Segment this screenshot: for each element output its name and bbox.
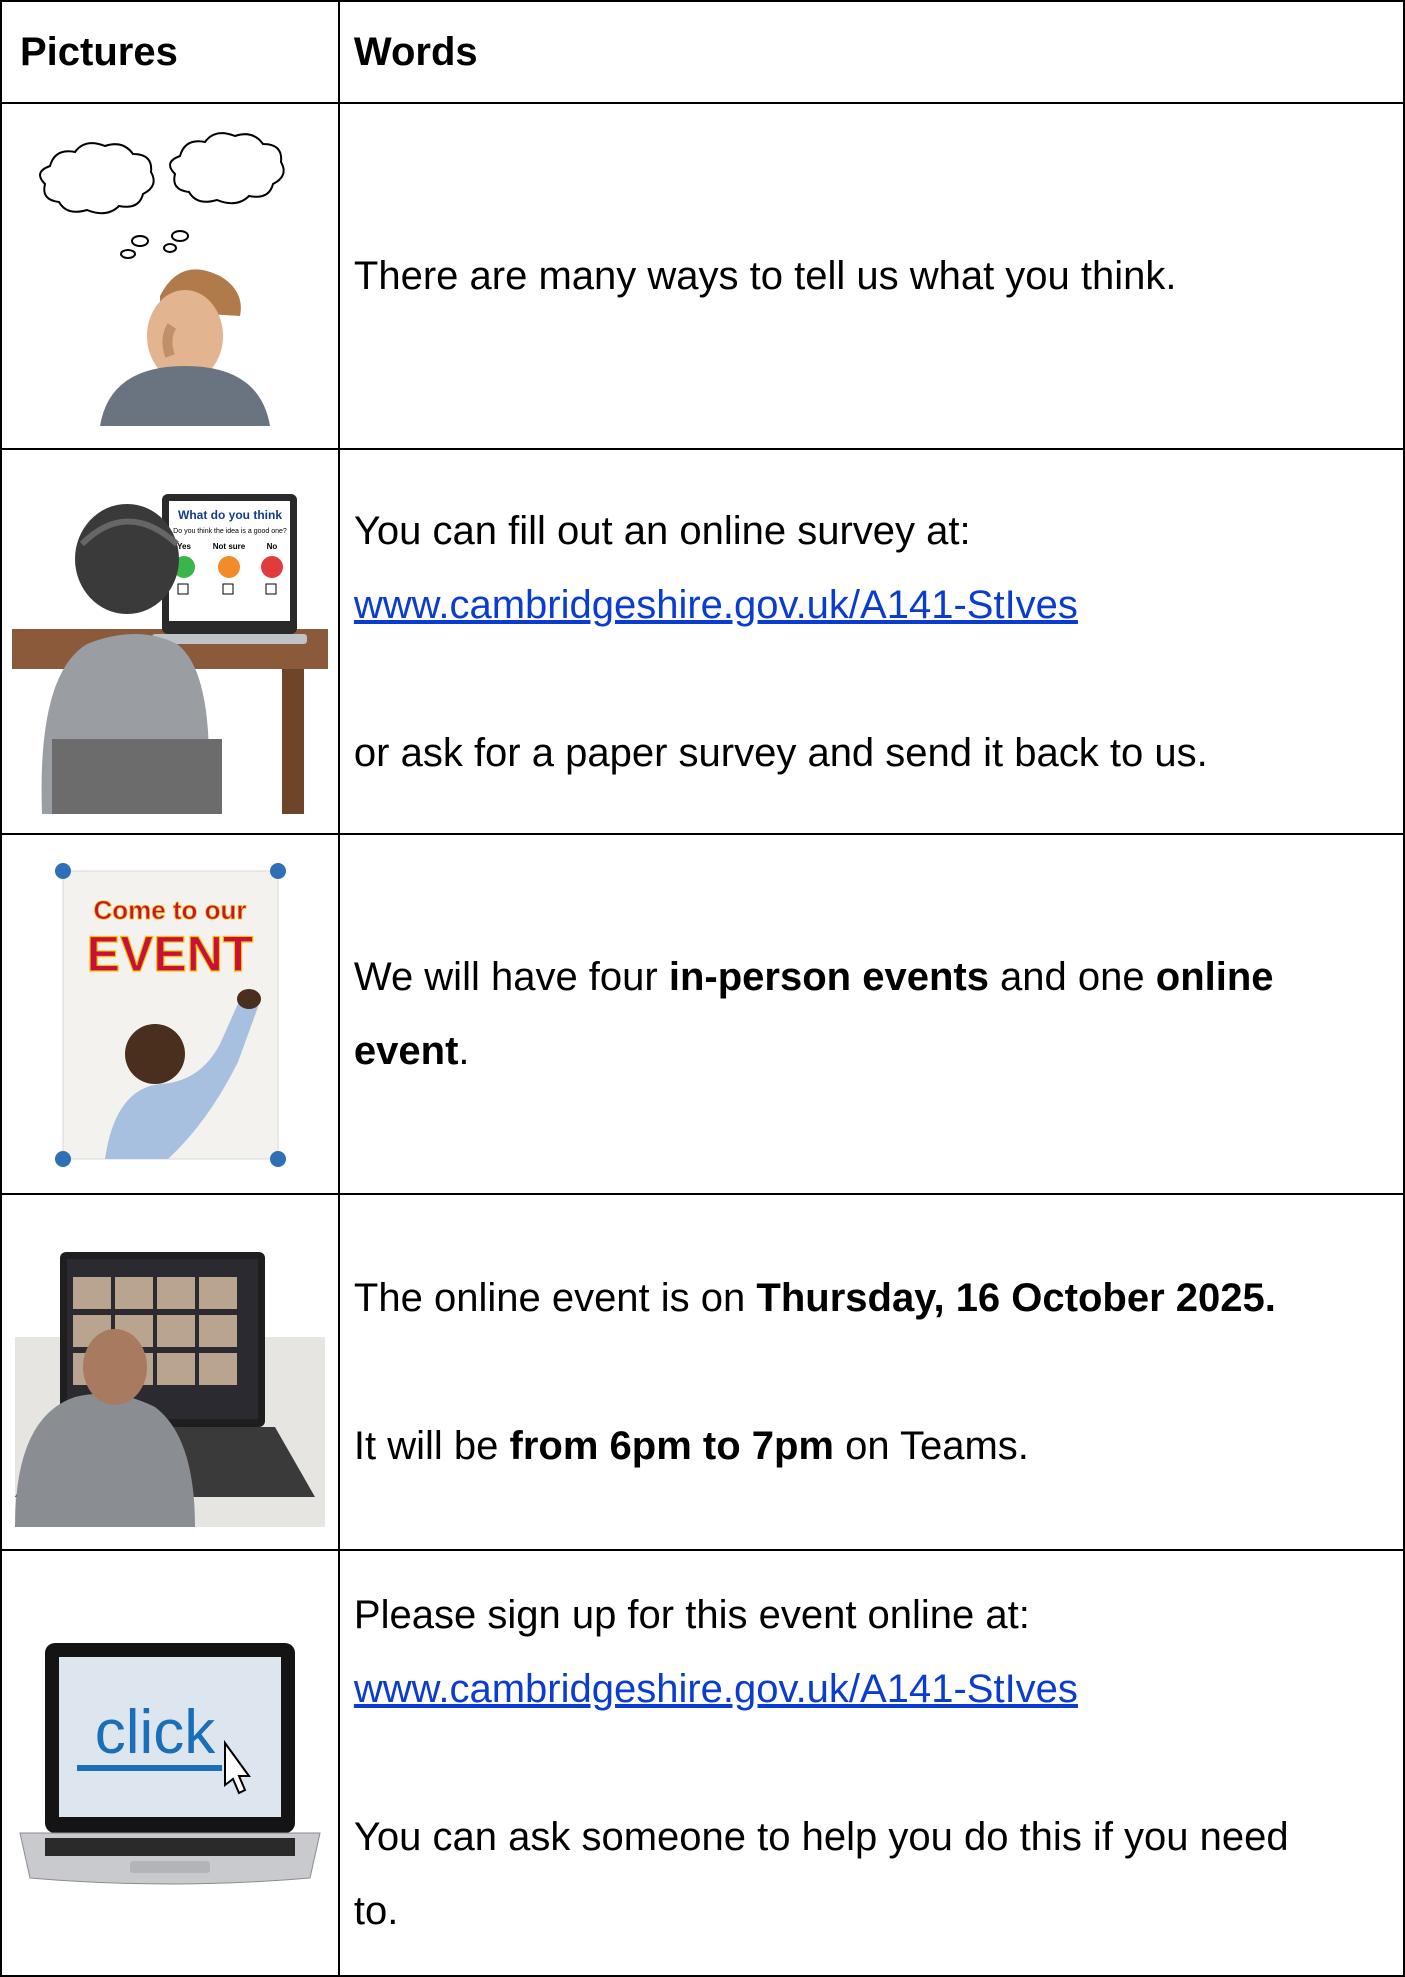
poster-line-2: EVENT	[87, 926, 254, 982]
survey-question: Do you think the idea is a good one?	[173, 528, 287, 535]
table-row: What do you think Do you think the idea …	[0, 448, 1405, 835]
neutral-face-icon	[217, 556, 240, 578]
words-cell: Please sign up for this event online at:…	[337, 1549, 1405, 1977]
words-cell: The online event is on Thursday, 16 Octo…	[337, 1193, 1405, 1551]
event-bold: event	[353, 1029, 459, 1073]
words-cell: We will have four in-person events and o…	[337, 833, 1405, 1195]
event-time-bold: from 6pm to 7pm	[509, 1424, 834, 1468]
easy-read-table: Pictures Words There are many ways to te…	[0, 0, 1405, 1977]
survey-yes: Yes	[177, 542, 191, 551]
help-text-1: You can ask someone to help you do this …	[353, 1815, 1289, 1859]
events-text-1: We will have four	[353, 955, 669, 999]
time-text-2: on Teams.	[834, 1424, 1029, 1468]
picture-cell: click	[0, 1549, 340, 1977]
words-cell: You can fill out an online survey at: ww…	[337, 448, 1405, 835]
help-text-2: to.	[353, 1889, 399, 1933]
laptop-click-picture: click	[19, 1643, 321, 1885]
survey-intro-text: You can fill out an online survey at:	[353, 508, 971, 553]
table-row: The online event is on Thursday, 16 Octo…	[0, 1193, 1405, 1551]
survey-not-sure: Not sure	[213, 542, 246, 551]
online-meeting-picture	[14, 1252, 325, 1527]
survey-no: No	[267, 542, 278, 551]
words-cell: There are many ways to tell us what you …	[337, 102, 1405, 450]
sad-face-icon	[260, 556, 283, 578]
picture-cell: What do you think Do you think the idea …	[0, 448, 340, 835]
table-row: Come to our EVENT We will have four in-p…	[0, 833, 1405, 1195]
poster-line-1: Come to our	[93, 895, 246, 925]
events-text-2: and one	[988, 955, 1156, 999]
signup-intro-text: Please sign up for this event online at:	[353, 1593, 1030, 1637]
table-row: click Please sign up for this event onli…	[0, 1549, 1405, 1977]
events-period: .	[458, 1029, 470, 1073]
survey-link[interactable]: www.cambridgeshire.gov.uk/A141-StIves	[354, 583, 1078, 627]
picture-cell	[0, 102, 340, 450]
picture-cell	[0, 1193, 340, 1551]
time-text-1: It will be	[353, 1424, 510, 1468]
ways-text: There are many ways to tell us what you …	[353, 254, 1177, 298]
header-pictures: Pictures	[0, 0, 340, 104]
online-bold: online	[1155, 955, 1274, 999]
table-row: There are many ways to tell us what you …	[0, 102, 1405, 450]
online-survey-picture: What do you think Do you think the idea …	[11, 494, 328, 814]
event-date-bold: Thursday, 16 October 2025.	[756, 1276, 1276, 1320]
survey-title: What do you think	[178, 508, 282, 522]
table-header-row: Pictures Words	[0, 0, 1405, 104]
thinking-person-icon	[39, 132, 285, 426]
signup-link[interactable]: www.cambridgeshire.gov.uk/A141-StIves	[354, 1667, 1078, 1711]
paper-survey-text: or ask for a paper survey and send it ba…	[353, 730, 1208, 775]
event-poster-picture: Come to our EVENT	[54, 863, 286, 1167]
picture-cell: Come to our EVENT	[0, 833, 340, 1195]
in-person-events-bold: in-person events	[668, 955, 989, 999]
screen-click-word: click	[95, 1698, 217, 1767]
header-words: Words	[337, 0, 1405, 104]
online-event-text: The online event is on	[353, 1276, 757, 1320]
